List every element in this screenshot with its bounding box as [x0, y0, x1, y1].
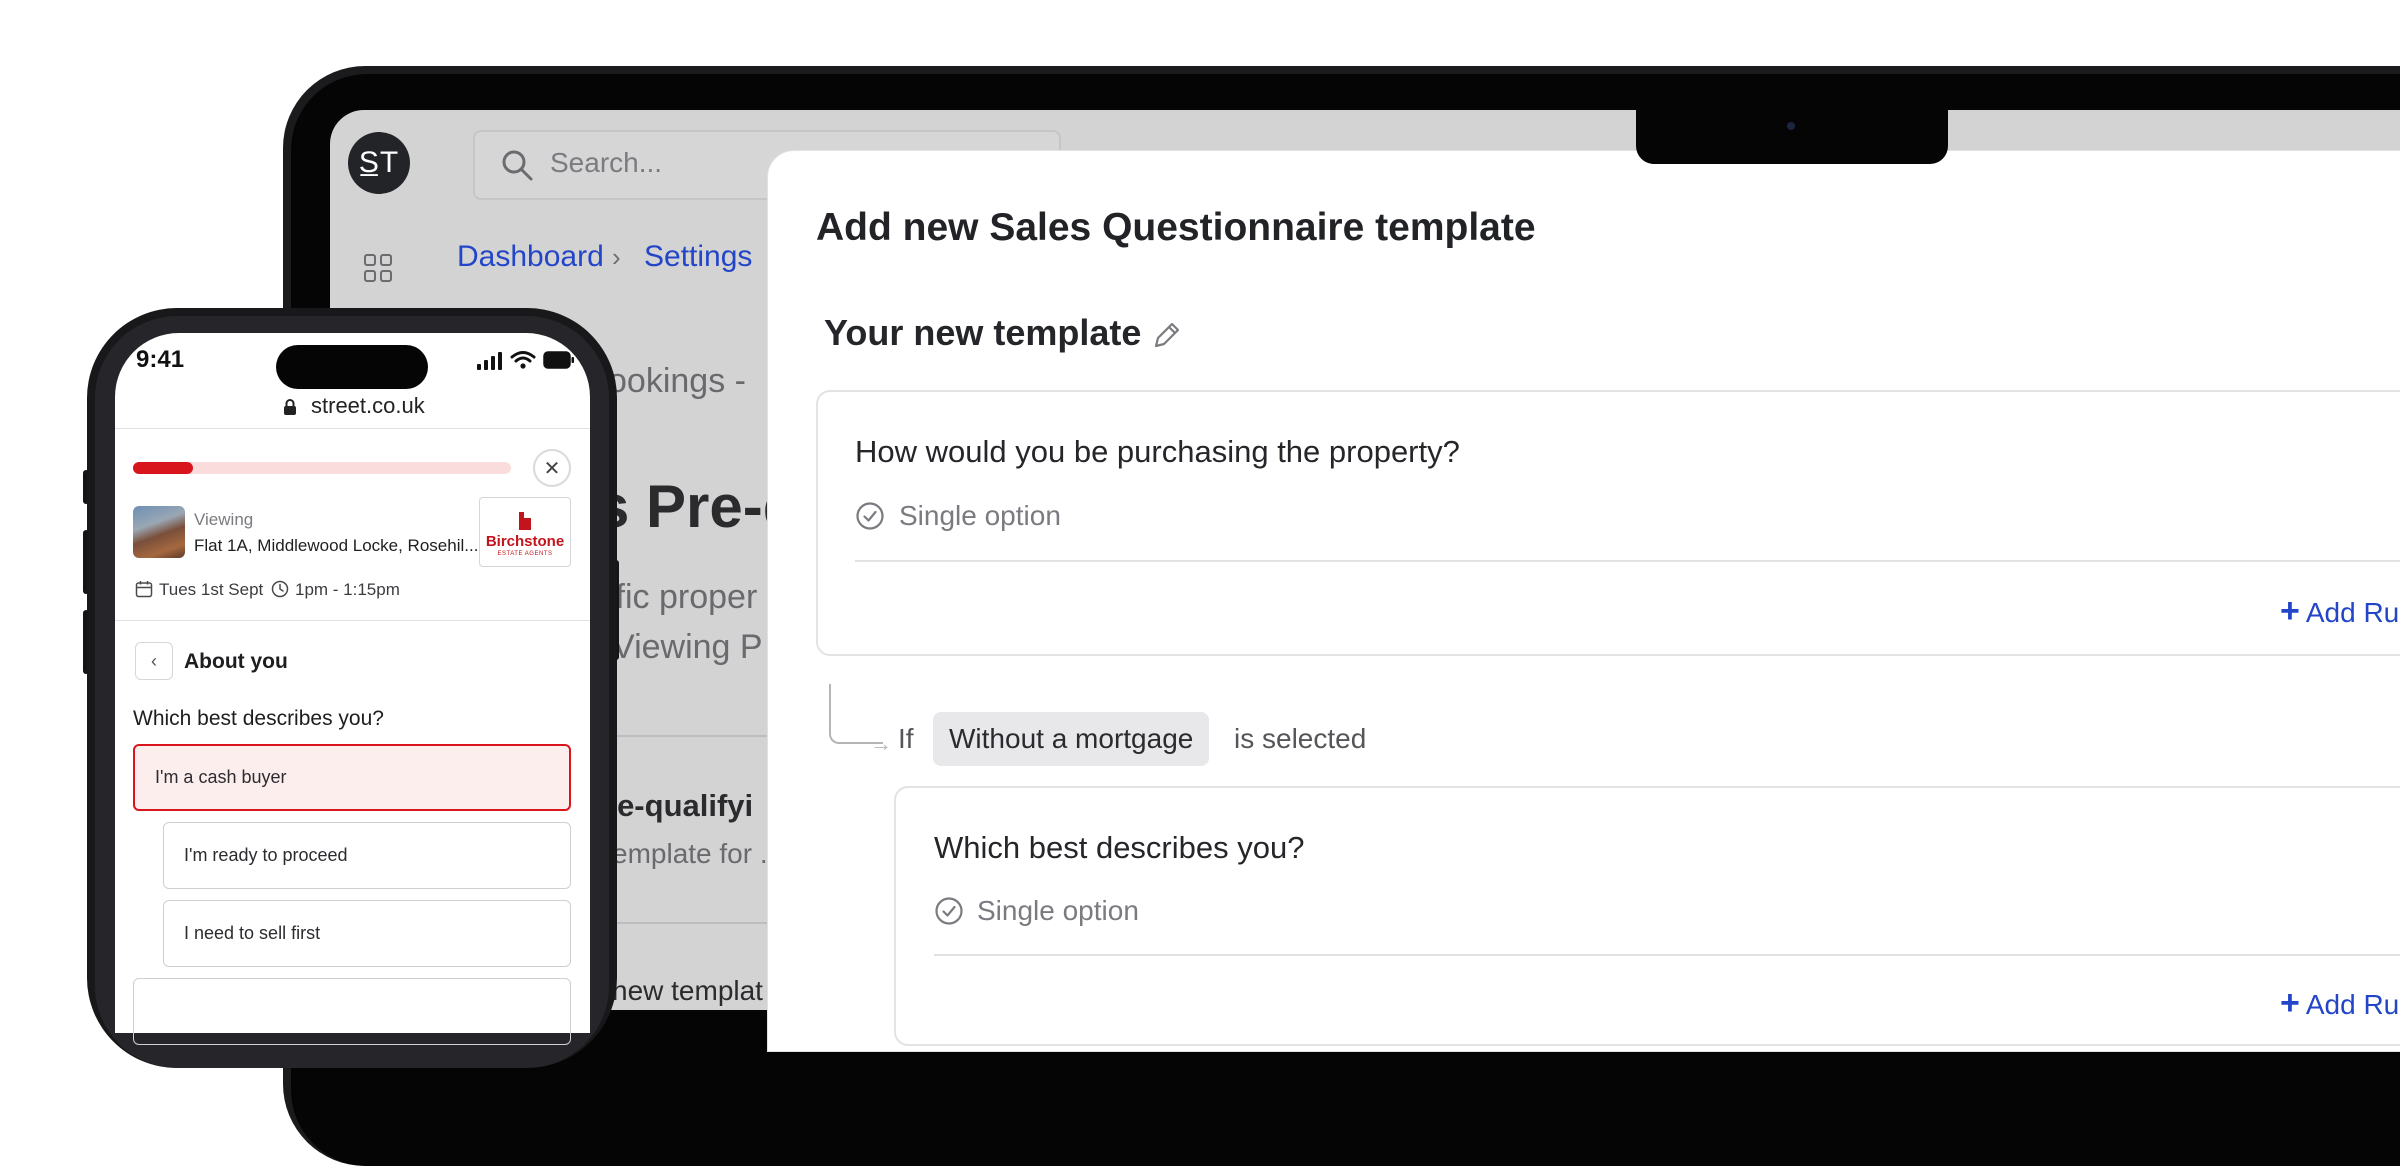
breadcrumb-dashboard[interactable]: Dashboard	[457, 240, 604, 274]
option-next[interactable]	[133, 978, 571, 1045]
camera-dot	[1787, 122, 1795, 130]
battery-icon	[543, 351, 574, 369]
page-description: ific proper	[608, 578, 758, 616]
back-button[interactable]: ‹	[135, 642, 173, 680]
wifi-icon	[510, 351, 536, 369]
add-rule-label: Add Ru	[2305, 597, 2400, 628]
plus-icon: +	[2280, 984, 2300, 1022]
check-circle-icon	[856, 502, 884, 530]
option-type: Single option	[977, 895, 1139, 926]
divider	[115, 620, 590, 621]
add-rule-button[interactable]: + Add Ru	[2280, 592, 2399, 631]
chevron-left-icon: ‹	[151, 650, 157, 671]
pencil-icon[interactable]	[1150, 318, 1184, 352]
agent-name: Birchstone	[485, 533, 565, 550]
search-placeholder: Search...	[550, 147, 663, 178]
question-title: Which best describes you?	[934, 830, 1305, 865]
grid-icon[interactable]	[362, 252, 394, 284]
search-icon	[502, 150, 533, 181]
add-rule-button[interactable]: + Add Ru	[2280, 984, 2399, 1023]
new-template-link[interactable]: new templat	[612, 975, 763, 1007]
option-cash-buyer[interactable]: I'm a cash buyer	[133, 744, 571, 811]
rule-suffix-label: is selected	[1234, 723, 1367, 754]
dynamic-island	[276, 345, 428, 389]
rule-option-pill[interactable]: Without a mortgage	[933, 712, 1210, 766]
chevron-right-icon: ›	[612, 242, 621, 272]
divider	[610, 922, 770, 924]
calendar-icon	[135, 581, 153, 598]
divider	[115, 428, 590, 429]
viewing-label: Viewing	[194, 510, 254, 529]
option-ready-to-proceed[interactable]: I'm ready to proceed	[163, 822, 571, 889]
rule-if-label: If	[898, 723, 914, 754]
breadcrumb-settings[interactable]: Settings	[644, 240, 752, 274]
laptop-notch	[1636, 108, 1948, 164]
agent-tagline: ESTATE AGENTS	[497, 551, 553, 557]
clock-icon	[271, 580, 289, 598]
lock-icon	[284, 399, 296, 415]
progress-fill	[133, 462, 193, 474]
page-subtitle: ookings -	[608, 362, 746, 400]
section-title: About you	[184, 650, 288, 673]
signal-icon	[477, 352, 502, 370]
divider	[855, 560, 2400, 562]
question-title: How would you be purchasing the property…	[855, 434, 1460, 469]
browser-url[interactable]: street.co.uk	[311, 393, 425, 419]
template-item-desc: emplate for .	[612, 838, 768, 869]
template-name[interactable]: Your new template	[824, 312, 1141, 354]
divider	[610, 735, 770, 737]
close-icon[interactable]: ✕	[533, 449, 571, 487]
app-logo[interactable]: S̲T	[348, 132, 410, 194]
status-time: 9:41	[136, 346, 185, 373]
viewing-date: Tues 1st Sept	[159, 580, 264, 599]
agent-logo-mark-icon	[519, 512, 531, 530]
divider	[934, 954, 2400, 956]
property-address: Flat 1A, Middlewood Locke, Rosehil...	[194, 536, 479, 555]
modal-title: Add new Sales Questionnaire template	[816, 206, 1536, 249]
page-description: Viewing P	[612, 628, 763, 666]
option-need-to-sell[interactable]: I need to sell first	[163, 900, 571, 967]
viewing-time: 1pm - 1:15pm	[295, 580, 400, 599]
plus-icon: +	[2280, 592, 2300, 630]
property-thumbnail	[133, 506, 185, 558]
question-text: Which best describes you?	[133, 707, 384, 730]
check-circle-icon	[935, 897, 963, 925]
arrow-right-icon: →	[870, 731, 892, 756]
option-type: Single option	[899, 500, 1061, 531]
add-rule-label: Add Ru	[2305, 989, 2400, 1020]
template-item-title[interactable]: re-qualifyi	[605, 788, 753, 824]
